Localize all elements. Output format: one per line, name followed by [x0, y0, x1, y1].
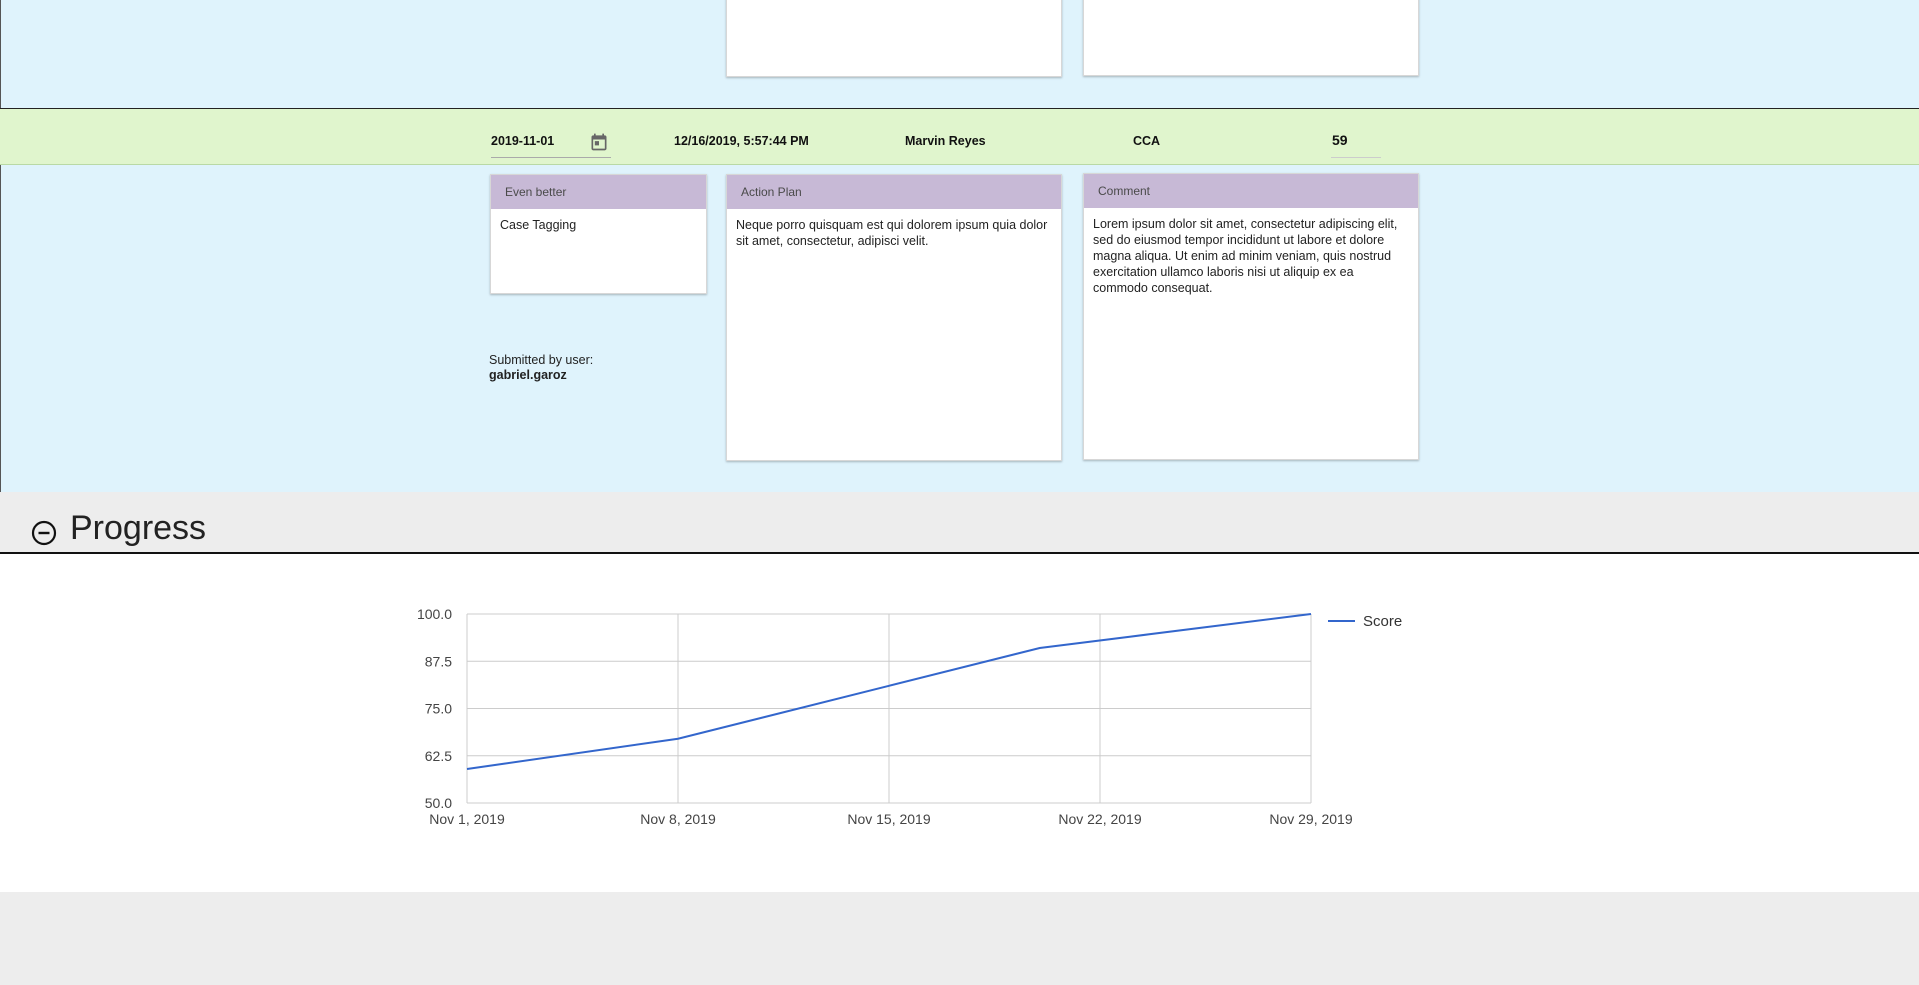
x-tick-label: Nov 15, 2019	[847, 811, 930, 827]
previous-action-plan-card	[726, 0, 1062, 77]
submitted-by-user: gabriel.garoz	[489, 368, 567, 382]
action-plan-text: Neque porro quisquam est qui dolorem ips…	[736, 218, 1048, 248]
progress-title: Progress	[70, 509, 207, 547]
calendar-icon[interactable]	[589, 132, 609, 152]
action-plan-card: Action Plan Neque porro quisquam est qui…	[726, 174, 1062, 461]
x-tick-label: Nov 29, 2019	[1269, 811, 1352, 827]
minus-circle-icon[interactable]	[30, 519, 58, 547]
legend-label: Score	[1363, 613, 1402, 630]
x-tick-label: Nov 1, 2019	[429, 811, 505, 827]
submitted-by: Submitted by user: gabriel.garoz	[489, 353, 593, 383]
submitted-by-label: Submitted by user:	[489, 353, 594, 367]
y-tick-label: 87.5	[425, 653, 452, 669]
entry-score-field[interactable]: 59	[1332, 132, 1348, 148]
y-tick-label: 100.0	[417, 606, 452, 622]
entry-date-field[interactable]: 2019-11-01	[491, 134, 554, 148]
comment-header: Comment	[1084, 174, 1418, 208]
x-tick-label: Nov 8, 2019	[640, 811, 716, 827]
even-better-card: Even better Case Tagging	[490, 174, 707, 294]
entry-detail-panel: Even better Case Tagging Action Plan Neq…	[0, 165, 1919, 492]
even-better-text: Case Tagging	[500, 218, 577, 232]
y-tick-label: 62.5	[425, 748, 452, 764]
comment-text: Lorem ipsum dolor sit amet, consectetur …	[1093, 217, 1398, 295]
entry-type: CCA	[1133, 134, 1161, 148]
score-field-underline	[1331, 157, 1381, 158]
entry-summary-row[interactable]: 2019-11-01 12/16/2019, 5:57:44 PM Marvin…	[0, 108, 1919, 165]
x-tick-label: Nov 22, 2019	[1058, 811, 1141, 827]
progress-section-header[interactable]: Progress	[0, 492, 1919, 554]
date-field-underline	[491, 157, 611, 158]
progress-line-chart: 100.0 87.5 75.0 62.5 50.0Nov 1, 2019 Nov 8, 2…	[417, 606, 1402, 827]
previous-comment-card	[1083, 0, 1419, 76]
comment-card: Comment Lorem ipsum dolor sit amet, cons…	[1083, 173, 1419, 460]
y-tick-label: 75.0	[425, 701, 452, 717]
previous-entry-panel	[0, 0, 1919, 108]
entry-agent-name: Marvin Reyes	[905, 134, 986, 148]
entry-timestamp: 12/16/2019, 5:57:44 PM	[674, 134, 809, 148]
action-plan-header: Action Plan	[727, 175, 1061, 209]
even-better-header: Even better	[491, 175, 706, 209]
y-tick-label: 50.0	[425, 795, 452, 811]
progress-chart-container: 100.0 87.5 75.0 62.5 50.0 Nov 1, 2019 Nov 8, 2…	[0, 554, 1919, 892]
